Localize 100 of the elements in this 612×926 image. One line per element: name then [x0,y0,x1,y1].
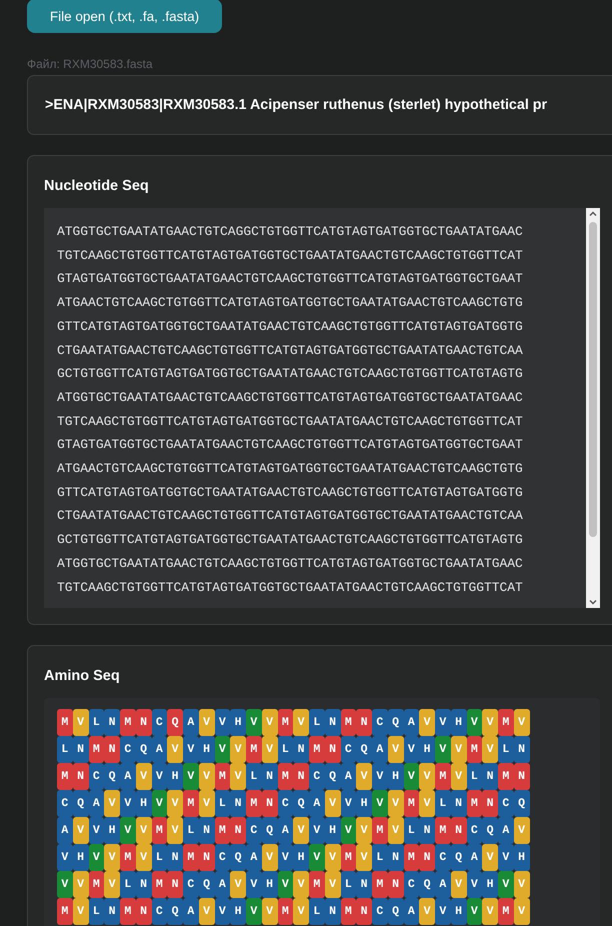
residue-tile: N [388,871,404,898]
residue-tile: V [183,736,199,763]
residue-tile: V [498,871,514,898]
residue-tile: A [372,736,388,763]
scrollbar[interactable] [586,208,600,608]
residue-tile: H [262,871,278,898]
residue-tile: M [372,871,388,898]
residue-tile: L [278,736,294,763]
residue-tile: M [120,844,136,871]
residue-tile: N [72,736,88,763]
residue-tile: M [309,736,325,763]
residue-tile: V [167,736,183,763]
residue-tile: Q [230,844,246,871]
residue-tile: N [324,736,340,763]
residue-tile: L [57,736,73,763]
residue-tile: L [152,844,168,871]
residue-tile: V [214,736,230,763]
residue-tile: H [482,871,498,898]
residue-tile: V [104,790,120,817]
residue-tile: A [214,871,230,898]
residue-tile: V [482,898,498,925]
residue-tile: A [435,871,451,898]
residue-tile: V [356,763,372,790]
sequence-line: TGTCAAGCTGTGGTTCATGTAGTGATGGTGCTGAATATGAACTGTCAAGCTGTGGTTCAT [57,578,524,597]
residue-tile: V [230,763,246,790]
residue-tile: V [514,898,530,925]
residue-tile: M [278,898,294,925]
residue-tile: V [324,844,340,871]
residue-tile: N [262,790,278,817]
sequence-line: GTTCATGTAGTGATGGTGCTGAATATGAACTGTCAAGCTGTGGTTCATGTAGTGATGGTG [57,484,524,502]
residue-tile: Q [324,763,340,790]
residue-tile: V [120,790,136,817]
residue-tile: V [324,871,340,898]
residue-tile: V [88,817,104,844]
residue-tile: C [372,898,388,925]
residue-tile: V [262,709,278,736]
residue-tile: M [214,817,230,844]
residue-tile: M [309,871,325,898]
residue-tile: V [466,871,482,898]
residue-tile: L [498,736,514,763]
sequence-line: ATGGTGCTGAATATGAACTGTCAAGCTGTGGTTCATGTAGTGATGGTGCTGAATATGAAC [57,554,524,573]
file-name-label: Файл: RXM30583.fasta [27,57,153,71]
residue-tile: N [293,763,309,790]
residue-tile: M [152,871,168,898]
residue-tile: V [198,709,214,736]
file-open-button[interactable]: File open (.txt, .fa, .fasta) [27,0,222,33]
residue-tile: M [57,763,73,790]
residue-tile: A [404,709,420,736]
residue-tile: N [104,898,120,925]
residue-tile: M [152,817,168,844]
residue-tile: N [293,736,309,763]
residue-tile: N [514,736,530,763]
residue-tile: H [450,709,466,736]
residue-tile: V [167,790,183,817]
residue-tile: N [482,790,498,817]
residue-tile: M [466,790,482,817]
residue-tile: V [372,790,388,817]
residue-tile: C [372,709,388,736]
residue-tile: A [183,898,199,925]
residue-tile: N [262,763,278,790]
residue-tile: C [404,871,420,898]
residue-tile: C [246,817,262,844]
residue-tile: Q [356,736,372,763]
residue-tile: A [498,817,514,844]
residue-tile: Q [262,817,278,844]
residue-tile: V [120,817,136,844]
residue-tile: M [404,844,420,871]
residue-tile: L [435,790,451,817]
residue-tile: V [57,844,73,871]
residue-tile: V [72,817,88,844]
residue-tile: V [246,871,262,898]
residue-tile: C [435,844,451,871]
residue-tile: V [57,871,73,898]
residue-tile: V [293,817,309,844]
residue-tile: V [482,844,498,871]
residue-tile: N [419,817,435,844]
residue-tile: Q [104,763,120,790]
residue-tile: H [450,898,466,925]
residue-tile: V [198,790,214,817]
residue-tile: L [214,790,230,817]
residue-tile: V [372,763,388,790]
residue-tile: V [278,844,294,871]
residue-tile: Q [482,817,498,844]
residue-tile: A [404,898,420,925]
residue-tile: N [324,709,340,736]
residue-tile: L [372,844,388,871]
sequence-line: GCTGTGGTTCATGTAGTGATGGTGCTGAATATGAACTGTCAAGCTGTGGTTCATGTAGTG [57,531,524,550]
residue-tile: M [246,790,262,817]
residue-tile: V [388,790,404,817]
residue-tile: V [246,898,262,925]
residue-tile: N [230,790,246,817]
residue-tile: V [404,736,420,763]
residue-tile: L [88,898,104,925]
residue-tile: N [72,763,88,790]
residue-tile: V [88,844,104,871]
residue-tile: V [152,790,168,817]
residue-tile: V [293,709,309,736]
residue-tile: Q [198,871,214,898]
residue-tile: H [136,790,152,817]
residue-tile: N [136,709,152,736]
